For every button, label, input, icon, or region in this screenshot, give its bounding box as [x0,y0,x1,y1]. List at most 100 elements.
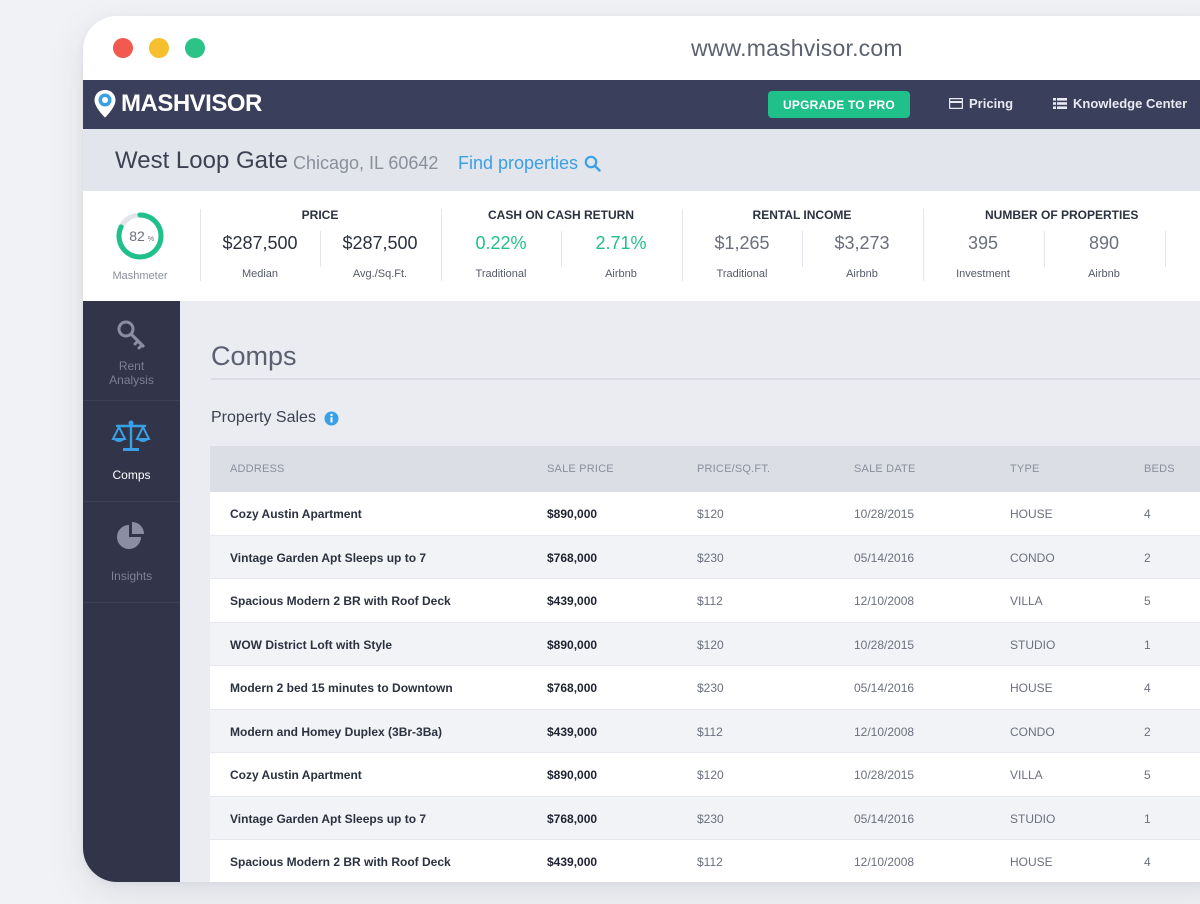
location-bar: West Loop Gate Chicago, IL 60642 Find pr… [83,129,1200,191]
cell-sale-date: 10/28/2015 [854,507,915,521]
cell-sale-price: $439,000 [547,855,598,869]
cell-type: HOUSE [1010,855,1053,869]
title-divider [211,378,1200,380]
cell-type: VILLA [1010,594,1043,608]
cell-price-sqft: $230 [697,550,724,565]
sidebar-label-comps: Comps [112,468,151,482]
cell-address: Vintage Garden Apt Sleeps up to 7 [230,811,427,826]
column-header-beds[interactable]: BEDS [1144,463,1175,475]
rental-income-traditional-value: $1,265 [714,233,770,253]
table-row[interactable]: Vintage Garden Apt Sleeps up to 7 $768,0… [210,535,1200,579]
credit-card-icon [949,98,963,109]
nav-pricing-label: Pricing [969,96,1014,111]
cell-beds: 1 [1144,637,1151,652]
sidebar-label-analysis: Analysis [109,373,154,387]
properties-airbnb-label: Airbnb [1088,268,1120,280]
key-icon [117,320,145,350]
sidebar-item-rent-analysis[interactable]: Rent Analysis [83,301,180,401]
cell-address: Vintage Garden Apt Sleeps up to 7 [230,550,427,565]
cash-return-airbnb-value: 2.71% [595,233,647,253]
info-icon[interactable] [324,411,339,426]
map-pin-icon [94,90,116,118]
cell-sale-price: $768,000 [547,811,598,826]
cell-sale-price: $890,000 [547,637,598,652]
cell-sale-price: $768,000 [547,681,598,695]
stats-summary: 82 % Mashmeter PRICE $287,500 $287,500 M… [83,191,1200,301]
cell-sale-price: $768,000 [547,550,598,565]
table-row[interactable]: Cozy Austin Apartment $890,000 $120 10/2… [210,753,1200,797]
price-title: PRICE [301,208,339,222]
rental-income-airbnb-value: $3,273 [834,233,890,253]
table-row[interactable]: Vintage Garden Apt Sleeps up to 7 $768,0… [210,796,1200,840]
cash-return-airbnb-label: Airbnb [605,268,637,280]
upgrade-to-pro-button[interactable]: UPGRADE TO PRO [768,91,910,118]
property-sales-table: ADDRESS SALE PRICE PRICE/SQ.FT. SALE DAT… [210,446,1200,882]
scale-icon [111,420,151,451]
cell-price-sqft: $120 [697,507,724,521]
cell-beds: 5 [1144,594,1151,608]
close-window-button[interactable] [113,38,133,58]
cash-return-traditional-value: 0.22% [475,233,527,253]
divider [1165,231,1166,267]
table-row[interactable]: WOW District Loft with Style $890,000 $1… [210,622,1200,666]
mashmeter-gauge: 82 % [116,212,164,260]
cell-beds: 2 [1144,724,1151,739]
cell-beds: 4 [1144,681,1151,695]
mashmeter-unit: % [148,236,154,243]
column-header-sale-date[interactable]: SALE DATE [854,463,916,475]
cell-address: Cozy Austin Apartment [230,507,362,521]
rental-income-traditional-label: Traditional [716,268,768,280]
browser-window: www.mashvisor.com MASHVISOR UPGRADE TO P… [83,16,1200,882]
pie-chart-icon [117,522,144,549]
cell-address: Spacious Modern 2 BR with Roof Deck [230,594,451,608]
cell-address: WOW District Loft with Style [230,637,392,652]
table-row[interactable]: Cozy Austin Apartment $890,000 $120 10/2… [210,492,1200,536]
nav-knowledge-center[interactable]: Knowledge Center [1053,96,1187,111]
section-title: Property Sales [211,409,339,427]
nav-pricing[interactable]: Pricing [949,96,1013,111]
table-row[interactable]: Spacious Modern 2 BR with Roof Deck $439… [210,840,1200,882]
sidebar-item-comps[interactable]: Comps [83,402,180,502]
mashmeter-value: 82 [129,228,145,244]
cell-price-sqft: $112 [697,724,723,739]
table-row[interactable]: Modern and Homey Duplex (3Br-3Ba) $439,0… [210,709,1200,753]
mashmeter-label: Mashmeter [112,270,168,282]
cell-sale-price: $439,000 [547,724,598,739]
column-header-price-sqft[interactable]: PRICE/SQ.FT. [697,463,770,475]
left-sidebar: Rent Analysis Comps Insights [83,301,180,882]
maximize-window-button[interactable] [185,38,205,58]
number-of-properties-title: NUMBER OF PROPERTIES [985,208,1139,222]
cell-beds: 4 [1144,855,1151,869]
find-properties-link[interactable]: Find properties [458,153,601,174]
column-header-type[interactable]: TYPE [1010,463,1040,475]
cell-beds: 5 [1144,768,1151,782]
logo-text: MASHVISOR [121,90,262,117]
cell-address: Modern 2 bed 15 minutes to Downtown [230,681,453,695]
nav-knowledge-label: Knowledge Center [1073,96,1188,111]
properties-investment-value: 395 [967,233,999,253]
address-bar[interactable]: www.mashvisor.com [691,35,903,62]
cell-type: CONDO [1010,550,1055,565]
column-header-sale-price[interactable]: SALE PRICE [547,463,614,475]
main-content: Comps Property Sales ADDRESS SALE PRICE … [180,301,1200,882]
cell-sale-date: 05/14/2016 [854,681,915,695]
table-row[interactable]: Modern 2 bed 15 minutes to Downtown $768… [210,666,1200,710]
column-header-address[interactable]: ADDRESS [230,463,285,475]
minimize-window-button[interactable] [149,38,169,58]
cell-sale-date: 05/14/2016 [854,811,915,826]
table-row[interactable]: Spacious Modern 2 BR with Roof Deck $439… [210,579,1200,623]
find-properties-label: Find properties [458,153,579,173]
logo[interactable]: MASHVISOR [93,88,262,120]
cell-sale-date: 10/28/2015 [854,768,915,782]
properties-airbnb-value: 890 [1088,233,1120,253]
cell-type: HOUSE [1010,507,1053,521]
price-median-value: $287,500 [222,233,298,253]
cell-price-sqft: $230 [697,811,724,826]
cell-address: Cozy Austin Apartment [230,768,362,782]
cell-sale-date: 05/14/2016 [854,550,915,565]
cell-sale-date: 10/28/2015 [854,637,915,652]
city-zip: Chicago, IL 60642 [293,153,439,173]
sidebar-item-insights[interactable]: Insights [83,503,180,603]
cell-type: STUDIO [1010,637,1056,652]
price-median-label: Median [241,268,279,280]
